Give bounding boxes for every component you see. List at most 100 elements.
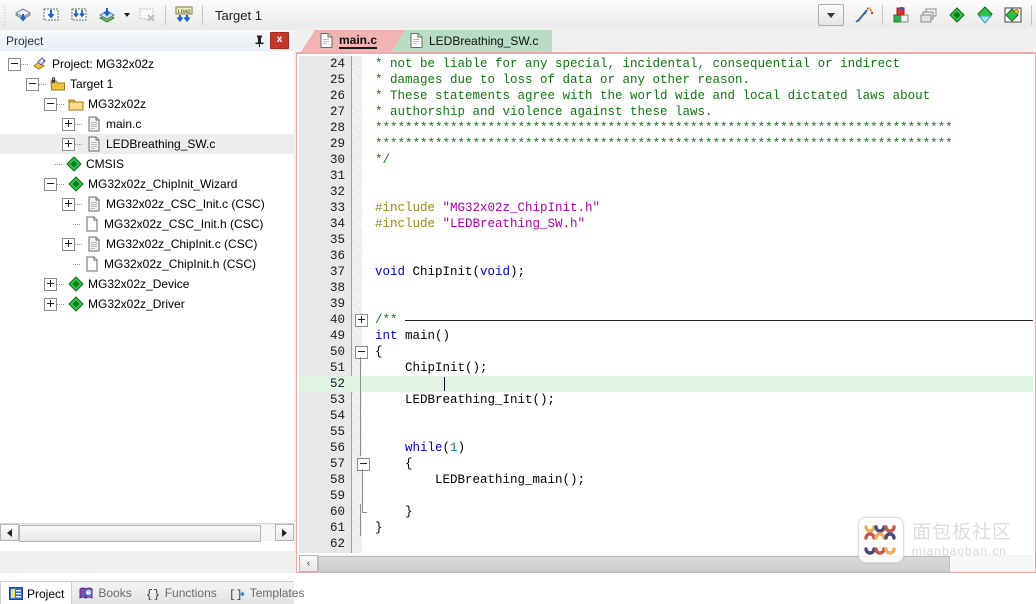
- code-line[interactable]: 51 ChipInit();: [299, 360, 1033, 376]
- pin-icon[interactable]: [251, 32, 267, 49]
- project-bottom-tabs[interactable]: Project? Books {} Functions [] Templates: [0, 581, 304, 604]
- bottom-tab-label: Functions: [164, 586, 217, 600]
- code-line[interactable]: 36: [299, 248, 1033, 264]
- build-icon[interactable]: [9, 2, 37, 28]
- build-target-icon[interactable]: [37, 2, 65, 28]
- editor-tabstrip[interactable]: main.c LEDBreathing_SW.c: [296, 28, 1036, 52]
- h-file-icon: [84, 216, 100, 232]
- code-line[interactable]: 31: [299, 168, 1033, 184]
- code-lines[interactable]: 24 * not be liable for any special, incid…: [299, 56, 1033, 553]
- code-line[interactable]: 40 /**: [299, 312, 1033, 328]
- manage-run-time-icon[interactable]: [999, 2, 1027, 28]
- fold-guide-line: [360, 424, 361, 440]
- toolbar-grip[interactable]: [2, 4, 9, 26]
- code-line[interactable]: 50 {: [299, 344, 1033, 360]
- project-scroll-track[interactable]: [19, 525, 275, 542]
- tree-item-mg32x02z-chipinit-h-csc[interactable]: MG32x02z_ChipInit.h (CSC): [0, 254, 294, 274]
- rebuild-all-icon[interactable]: [65, 2, 93, 28]
- expand-icon[interactable]: [62, 237, 75, 251]
- fold-collapse-icon[interactable]: [355, 346, 368, 359]
- code-line[interactable]: 54: [299, 408, 1033, 424]
- code-line[interactable]: 37 void ChipInit(void);: [299, 264, 1033, 280]
- code-line[interactable]: 38: [299, 280, 1033, 296]
- code-line[interactable]: 39: [299, 296, 1033, 312]
- tree-item-mg32x02z-csc-init-c-csc[interactable]: MG32x02z_CSC_Init.c (CSC): [0, 194, 294, 214]
- pack-installer-icon[interactable]: [971, 2, 999, 28]
- line-text: LEDBreathing_main();: [375, 473, 586, 487]
- tree-item-main-c[interactable]: main.c: [0, 114, 294, 134]
- code-line[interactable]: 55: [299, 424, 1033, 440]
- code-line[interactable]: 57 {: [299, 456, 1033, 472]
- code-line[interactable]: 53 LEDBreathing_Init();: [299, 392, 1033, 408]
- collapse-icon[interactable]: [44, 97, 57, 111]
- project-horizontal-scrollbar[interactable]: [0, 523, 294, 542]
- bottom-tab-functions[interactable]: {} Functions: [139, 582, 224, 604]
- tree-item-mg32x02z-chipinit-c-csc[interactable]: MG32x02z_ChipInit.c (CSC): [0, 234, 294, 254]
- collapse-icon[interactable]: [44, 177, 57, 191]
- code-line[interactable]: 49 int main(): [299, 328, 1033, 344]
- collapse-icon[interactable]: [26, 77, 39, 91]
- code-line[interactable]: 32: [299, 184, 1033, 200]
- stop-build-icon[interactable]: [133, 2, 161, 28]
- code-line[interactable]: 28 **************************************…: [299, 120, 1033, 136]
- editor-scroll-left-arrow-icon[interactable]: ‹: [299, 555, 318, 572]
- code-line[interactable]: 27 * authorship and violence against thes…: [299, 104, 1033, 120]
- target-options-icon[interactable]: [887, 2, 915, 28]
- code-line[interactable]: 35: [299, 232, 1033, 248]
- code-view[interactable]: 24 * not be liable for any special, incid…: [299, 56, 1033, 553]
- batch-build-icon[interactable]: [93, 2, 121, 28]
- editor-scroll-thumb[interactable]: [318, 556, 950, 573]
- line-number: 24: [329, 57, 345, 71]
- tree-item-mg32x02z-chipinit-wizard[interactable]: MG32x02z_ChipInit_Wizard: [0, 174, 294, 194]
- expand-icon[interactable]: [44, 297, 57, 311]
- bottom-tab-project[interactable]: Project: [0, 582, 73, 604]
- close-icon[interactable]: x: [270, 32, 289, 49]
- bottom-tab-templates[interactable]: [] Templates: [224, 582, 312, 604]
- tree-item-cmsis[interactable]: CMSIS: [0, 154, 294, 174]
- bottom-tab-books[interactable]: ? Books: [72, 582, 138, 604]
- code-line[interactable]: 24 * not be liable for any special, incid…: [299, 56, 1033, 72]
- code-line[interactable]: 52: [299, 376, 1033, 392]
- code-line[interactable]: 25 * damages due to loss of data or any o…: [299, 72, 1033, 88]
- code-line[interactable]: 33 #include "MG32x02z_ChipInit.h": [299, 200, 1033, 216]
- expand-icon[interactable]: [62, 137, 75, 151]
- code-line[interactable]: 26 * These statements agree with the worl…: [299, 88, 1033, 104]
- tree-item-mg32x02z[interactable]: MG32x02z: [0, 94, 294, 114]
- code-line[interactable]: 58 LEDBreathing_main();: [299, 472, 1033, 488]
- target-selector-value[interactable]: Target 1: [213, 8, 365, 23]
- expand-icon[interactable]: [62, 117, 75, 131]
- code-line[interactable]: 59: [299, 488, 1033, 504]
- multi-project-icon[interactable]: [943, 2, 971, 28]
- fold-guide-line: [360, 392, 361, 408]
- scroll-right-arrow-icon[interactable]: [275, 524, 294, 541]
- project-tree[interactable]: Project: MG32x02z Target 1 MG32x02z main.c L…: [0, 51, 294, 526]
- code-line[interactable]: 30 */: [299, 152, 1033, 168]
- tree-item-mg32x02z-driver[interactable]: MG32x02z_Driver: [0, 294, 294, 314]
- editor-area: main.c LEDBreathing_SW.c 24 * not be liabl…: [296, 28, 1036, 573]
- line-number: 40: [329, 313, 345, 327]
- code-line[interactable]: 34 #include "LEDBreathing_SW.h": [299, 216, 1033, 232]
- fold-collapse-icon[interactable]: [357, 458, 370, 471]
- batch-build-dropdown-arrow-icon[interactable]: [121, 3, 133, 27]
- collapse-icon[interactable]: [8, 57, 21, 71]
- expand-icon[interactable]: [62, 197, 75, 211]
- target-dropdown-button[interactable]: [818, 4, 844, 26]
- tree-item-label: MG32x02z_ChipInit_Wizard: [88, 177, 238, 191]
- project-scroll-thumb[interactable]: [19, 525, 261, 542]
- c-file-icon: [86, 116, 102, 132]
- code-line[interactable]: 56 while(1): [299, 440, 1033, 456]
- scroll-left-arrow-icon[interactable]: [0, 524, 19, 541]
- tree-item-mg32x02z-device[interactable]: MG32x02z_Device: [0, 274, 294, 294]
- tree-item-ledbreathing-sw-c[interactable]: LEDBreathing_SW.c: [0, 134, 294, 154]
- manage-project-items-icon[interactable]: [915, 2, 943, 28]
- code-line[interactable]: 29 **************************************…: [299, 136, 1033, 152]
- download-icon[interactable]: LOAD: [170, 2, 198, 28]
- editor-tab-ledbreathing-sw-c[interactable]: LEDBreathing_SW.c: [404, 30, 552, 52]
- text-cursor: [444, 377, 445, 391]
- tree-item-mg32x02z-csc-init-h-csc[interactable]: MG32x02z_CSC_Init.h (CSC): [0, 214, 294, 234]
- tree-item-project-mg32x02z[interactable]: Project: MG32x02z: [0, 54, 294, 74]
- fold-expand-icon[interactable]: [355, 314, 368, 327]
- tree-item-target-1[interactable]: Target 1: [0, 74, 294, 94]
- configuration-wizard-icon[interactable]: [850, 2, 878, 28]
- expand-icon[interactable]: [44, 277, 57, 291]
